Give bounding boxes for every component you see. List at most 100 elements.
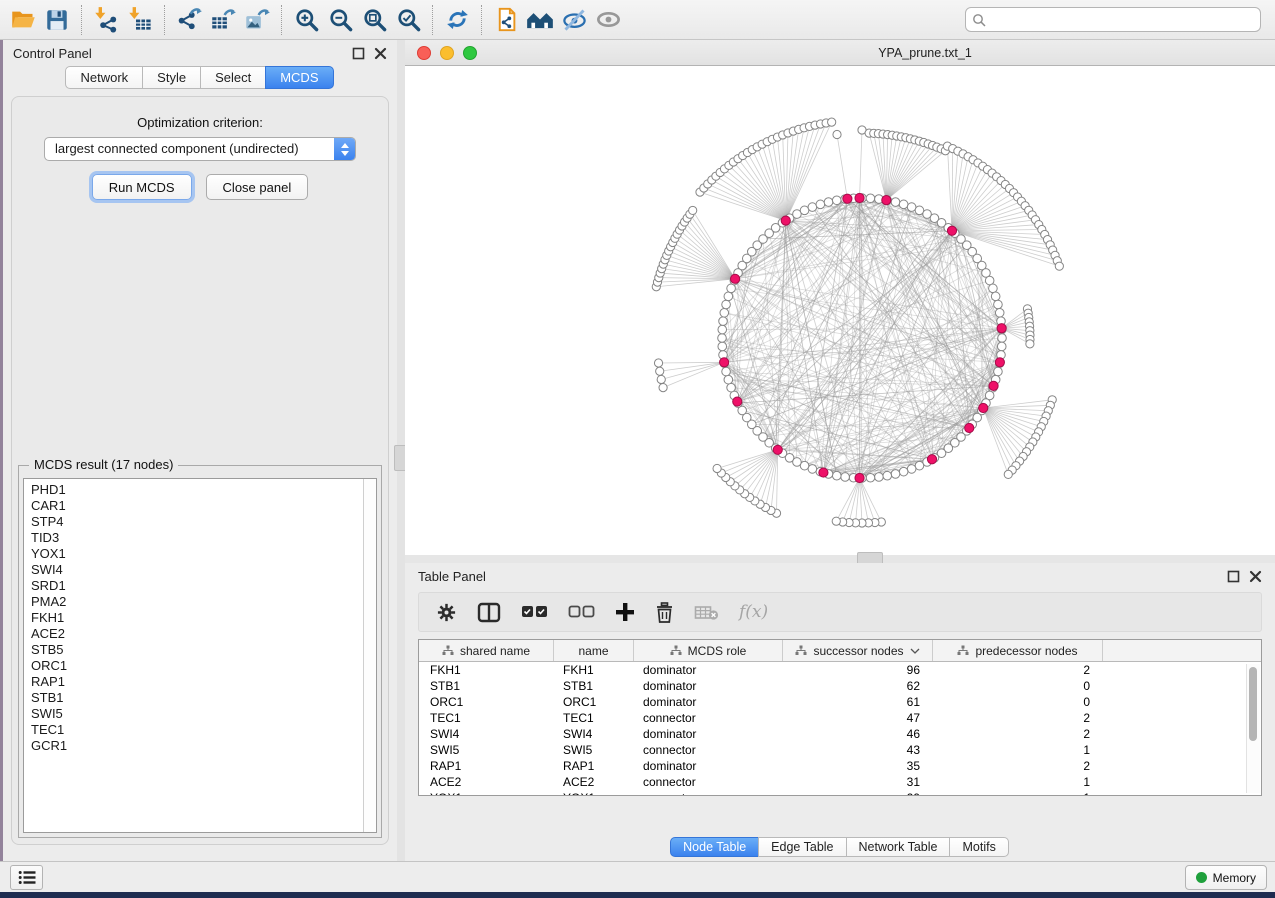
window-minimize-button[interactable] <box>440 46 454 60</box>
graph-mcds-node[interactable] <box>979 403 988 412</box>
export-publication-button[interactable] <box>489 4 523 36</box>
column-header-mcds-role[interactable]: MCDS role <box>634 640 783 661</box>
mcds-result-item[interactable]: STP4 <box>31 514 376 530</box>
mcds-result-item[interactable]: SWI5 <box>31 706 376 722</box>
apply-layout-button[interactable] <box>440 4 474 36</box>
table-row[interactable]: SWI5SWI5connector431 <box>419 742 1261 758</box>
column-header-successor-nodes[interactable]: successor nodes <box>783 640 933 661</box>
mcds-result-item[interactable]: YOX1 <box>31 546 376 562</box>
mcds-result-item[interactable]: STB5 <box>31 642 376 658</box>
graph-node[interactable] <box>832 196 841 205</box>
graph-node[interactable] <box>718 334 727 343</box>
zoom-in-button[interactable] <box>289 4 323 36</box>
graph-node[interactable] <box>724 292 733 301</box>
graph-mcds-node[interactable] <box>731 274 740 283</box>
run-mcds-button[interactable]: Run MCDS <box>92 174 192 200</box>
column-header-shared-name[interactable]: shared name <box>419 640 554 661</box>
zoom-out-button[interactable] <box>323 4 357 36</box>
graph-mcds-node[interactable] <box>781 216 790 225</box>
graph-mcds-node[interactable] <box>855 473 864 482</box>
tab-style[interactable]: Style <box>142 66 201 89</box>
mcds-result-item[interactable]: SRD1 <box>31 578 376 594</box>
graph-mcds-node[interactable] <box>733 397 742 406</box>
graph-node[interactable] <box>727 383 736 392</box>
close-panel-button-mcds[interactable]: Close panel <box>206 174 309 200</box>
mcds-result-item[interactable]: FKH1 <box>31 610 376 626</box>
table-scrollbar[interactable] <box>1246 664 1260 793</box>
graph-node[interactable] <box>1055 262 1063 270</box>
graph-node[interactable] <box>719 317 728 326</box>
scrollbar-thumb[interactable] <box>1249 667 1257 741</box>
graph-mcds-node[interactable] <box>773 445 782 454</box>
show-column-panel-button[interactable] <box>477 599 501 625</box>
graph-node[interactable] <box>824 198 833 207</box>
graph-node[interactable] <box>656 367 664 375</box>
table-settings-button[interactable] <box>436 599 457 625</box>
column-header-predecessor-nodes[interactable]: predecessor nodes <box>933 640 1103 661</box>
mcds-result-item[interactable]: SWI4 <box>31 562 376 578</box>
memory-button[interactable]: Memory <box>1185 865 1267 890</box>
import-table-button[interactable] <box>123 4 157 36</box>
graph-node[interactable] <box>816 200 825 209</box>
graph-node[interactable] <box>891 470 900 479</box>
graph-mcds-node[interactable] <box>843 194 852 203</box>
import-network-button[interactable] <box>89 4 123 36</box>
tab-network-table[interactable]: Network Table <box>846 837 951 857</box>
graph-mcds-node[interactable] <box>947 226 956 235</box>
table-row[interactable]: SWI4SWI4dominator462 <box>419 726 1261 742</box>
optimization-criterion-select[interactable]: largest connected component (undirected) <box>44 137 356 161</box>
graph-node[interactable] <box>841 473 850 482</box>
graph-mcds-node[interactable] <box>965 423 974 432</box>
mcds-result-item[interactable]: PHD1 <box>31 482 376 498</box>
save-session-button[interactable] <box>40 4 74 36</box>
tab-network[interactable]: Network <box>65 66 143 89</box>
zoom-selected-button[interactable] <box>391 4 425 36</box>
graph-node[interactable] <box>720 308 729 317</box>
graph-node[interactable] <box>866 194 875 203</box>
graph-node[interactable] <box>1026 340 1034 348</box>
window-close-button[interactable] <box>417 46 431 60</box>
show-hidden-button[interactable] <box>591 4 625 36</box>
graph-node[interactable] <box>891 198 900 207</box>
search-box[interactable] <box>965 7 1261 32</box>
graph-node[interactable] <box>808 203 817 212</box>
graph-node[interactable] <box>800 206 809 215</box>
graph-node[interactable] <box>654 359 662 367</box>
tab-select[interactable]: Select <box>200 66 266 89</box>
open-file-button[interactable] <box>6 4 40 36</box>
close-panel-button[interactable] <box>374 47 387 60</box>
table-row[interactable]: YOX1YOX1connector291 <box>419 790 1261 796</box>
graph-node[interactable] <box>833 130 841 138</box>
network-window-titlebar[interactable]: YPA_prune.txt_1 <box>405 40 1275 66</box>
graph-node[interactable] <box>724 375 733 384</box>
graph-node[interactable] <box>659 383 667 391</box>
mcds-result-item[interactable]: ORC1 <box>31 658 376 674</box>
zoom-fit-button[interactable] <box>357 4 391 36</box>
graph-node[interactable] <box>899 467 908 476</box>
graph-node[interactable] <box>718 342 727 351</box>
graph-mcds-node[interactable] <box>927 455 936 464</box>
graph-mcds-node[interactable] <box>989 381 998 390</box>
export-table-button[interactable] <box>206 4 240 36</box>
mcds-result-list[interactable]: PHD1CAR1STP4TID3YOX1SWI4SRD1PMA2FKH1ACE2… <box>23 478 377 833</box>
graph-node[interactable] <box>727 284 736 293</box>
network-graph[interactable] <box>405 66 1275 555</box>
mcds-result-item[interactable]: TID3 <box>31 530 376 546</box>
graph-node[interactable] <box>994 367 1003 376</box>
tab-motifs[interactable]: Motifs <box>949 837 1008 857</box>
graph-node[interactable] <box>883 471 892 480</box>
horizontal-splitter[interactable] <box>405 555 1275 563</box>
window-zoom-button[interactable] <box>463 46 477 60</box>
show-panels-button[interactable] <box>10 865 43 890</box>
graph-node[interactable] <box>994 300 1003 309</box>
tab-mcds[interactable]: MCDS <box>265 66 333 89</box>
network-canvas[interactable] <box>405 66 1275 555</box>
graph-node[interactable] <box>991 292 1000 301</box>
delete-column-button[interactable] <box>655 599 674 625</box>
mcds-result-item[interactable]: TEC1 <box>31 722 376 738</box>
table-row[interactable]: STB1STB1dominator620 <box>419 678 1261 694</box>
graph-mcds-node[interactable] <box>855 193 864 202</box>
list-scrollbar-track[interactable] <box>363 479 376 832</box>
function-builder-button[interactable]: f(x) <box>739 599 768 625</box>
graph-node[interactable] <box>832 517 840 525</box>
